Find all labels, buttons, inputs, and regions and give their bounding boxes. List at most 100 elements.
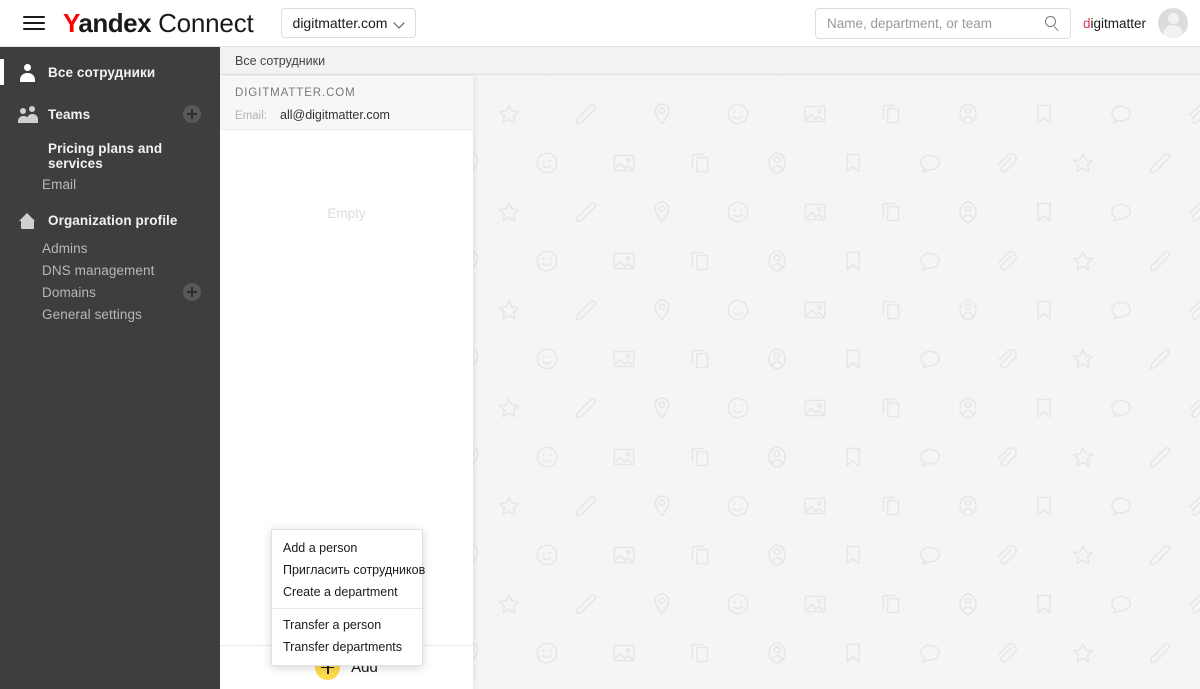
paperclip-icon [993,640,1019,666]
speech-bubble-icon [917,640,943,666]
smiley-icon [534,150,560,176]
pencil-icon [1146,346,1172,372]
speech-bubble-icon [1108,591,1134,617]
person-badge-icon [955,395,981,421]
menu-item[interactable]: Create a department [272,582,422,602]
avatar[interactable] [1158,8,1188,38]
person-badge-icon [955,297,981,323]
add-icon[interactable] [183,105,201,123]
sidebar-item-0[interactable]: Все сотрудники [0,55,220,89]
bookmark-icon [840,542,866,568]
image-icon [611,444,637,470]
brand-yandex: Yandex [63,7,152,39]
pencil-icon [572,395,598,421]
image-icon [611,640,637,666]
star-icon [1070,542,1096,568]
copy-icon [878,297,904,323]
copy-icon [878,199,904,225]
sidebar-item-5[interactable]: Admins [0,237,220,259]
paperclip-icon [1184,591,1200,617]
person-badge-icon [764,346,790,372]
bookmark-icon [840,444,866,470]
pencil-icon [1146,248,1172,274]
grid-icon [18,147,37,166]
domain-selector-button[interactable]: digitmatter.com [280,8,417,38]
star-icon [496,591,522,617]
speech-bubble-icon [917,542,943,568]
breadcrumb-bar: Все сотрудники [220,47,1200,75]
pencil-icon [572,199,598,225]
person-badge-icon [955,591,981,617]
bookmark-icon [1031,493,1057,519]
sidebar-item-3[interactable]: Email [0,173,220,195]
person-badge-icon [955,101,981,127]
copy-icon [687,444,713,470]
sidebar-item-6[interactable]: DNS management [0,259,220,281]
sidebar-item-label: Organization profile [48,212,178,228]
smiley-icon [725,101,751,127]
menu-item[interactable]: Пригласить сотрудников [272,560,425,580]
person-badge-icon [764,248,790,274]
sidebar-item-4[interactable]: Organization profile [0,203,220,237]
breadcrumb-all-employees[interactable]: Все сотрудники [235,54,325,68]
search-input[interactable] [815,15,1070,31]
smiley-icon [725,297,751,323]
speech-bubble-icon [1108,395,1134,421]
menu-item[interactable]: Add a person [272,538,422,558]
sidebar-item-7[interactable]: Domains [0,281,220,303]
avatar-body-shape [1163,25,1183,38]
copy-icon [687,346,713,372]
speech-bubble-icon [917,248,943,274]
sidebar-item-8[interactable]: General settings [0,303,220,325]
image-icon [802,297,828,323]
smiley-icon [725,493,751,519]
person-badge-icon [955,199,981,225]
image-icon [802,199,828,225]
brand-yandex-y: Y [63,7,79,38]
pencil-icon [572,297,598,323]
organization-card[interactable]: DIGITMATTER.COM Email: all@digitmatter.c… [220,76,473,130]
image-icon [802,101,828,127]
copy-icon [687,542,713,568]
smiley-icon [534,542,560,568]
hamburger-menu-icon[interactable] [23,12,45,34]
speech-bubble-icon [1108,493,1134,519]
image-icon [802,493,828,519]
paperclip-icon [1184,395,1200,421]
speech-bubble-icon [917,150,943,176]
smiley-icon [534,444,560,470]
person-badge-icon [764,640,790,666]
location-pin-icon [649,297,675,323]
paperclip-icon [993,150,1019,176]
user-account-name[interactable]: digitmatter [1083,16,1146,31]
image-icon [611,248,637,274]
sidebar-item-2[interactable]: Pricing plans and services [0,139,220,173]
sidebar-item-1[interactable]: Teams [0,97,220,131]
sidebar-navigation: Все сотрудники Teams Pricing plans and ser… [0,47,220,689]
smiley-icon [725,395,751,421]
bookmark-icon [1031,395,1057,421]
star-icon [496,101,522,127]
paperclip-icon [993,542,1019,568]
star-icon [1070,248,1096,274]
search-icon[interactable] [1044,15,1061,32]
sidebar-item-label: Все сотрудники [48,64,156,80]
paperclip-icon [1184,101,1200,127]
pencil-icon [572,591,598,617]
paperclip-icon [993,248,1019,274]
menu-item[interactable]: Transfer departments [272,637,422,657]
smiley-icon [534,640,560,666]
smiley-icon [725,591,751,617]
bookmark-icon [840,248,866,274]
app-header: Yandex Connect digitmatter.com digitmatt… [0,0,1200,47]
yandex-connect-logo[interactable]: Yandex Connect [63,8,254,39]
search-box[interactable] [814,7,1071,39]
smiley-icon [534,346,560,372]
paperclip-icon [993,346,1019,372]
brand-yandex-rest: andex [78,7,152,38]
home-icon [18,211,37,230]
menu-item[interactable]: Transfer a person [272,615,422,635]
add-icon[interactable] [183,283,201,301]
speech-bubble-icon [917,444,943,470]
paperclip-icon [1184,199,1200,225]
